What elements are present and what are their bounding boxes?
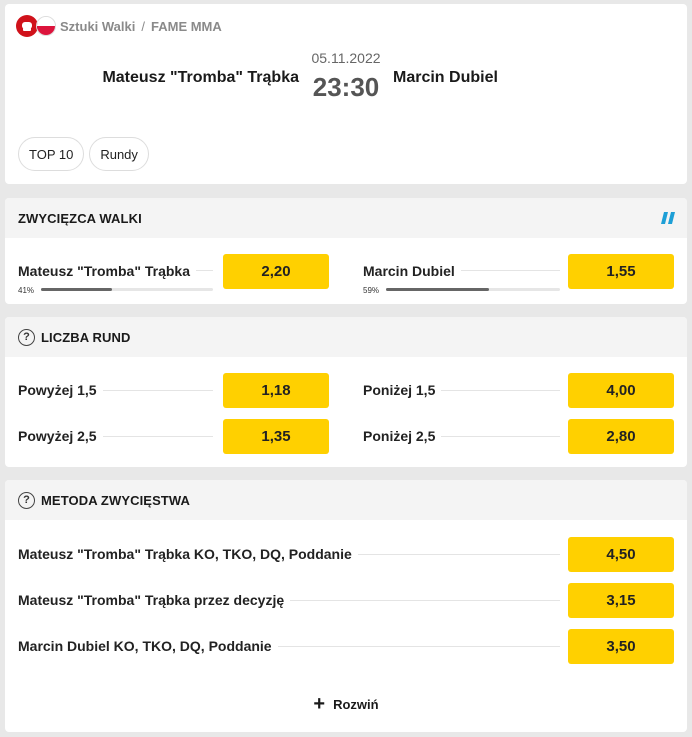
plus-icon: + [313, 693, 326, 715]
odd-button[interactable]: 1,35 [223, 419, 329, 454]
market-header[interactable]: ? METODA ZWYCIĘSTWA [5, 480, 687, 520]
selection-label: Mateusz "Tromba" Trąbka przez decyzję [18, 592, 291, 608]
popularity-bar [41, 288, 213, 291]
odd-button[interactable]: 1,18 [223, 373, 329, 408]
selection-label: Poniżej 2,5 [363, 428, 442, 444]
market-winner: ZWYCIĘZCA WALKI Mateusz "Tromba" Trąbka … [5, 198, 687, 304]
market-header[interactable]: ZWYCIĘZCA WALKI [5, 198, 687, 238]
expand-label: Rozwiń [333, 696, 379, 712]
market-filter-tabs: TOP 10 Rundy [18, 137, 149, 171]
popularity-bar-fill [41, 288, 112, 291]
odd-button[interactable]: 1,55 [568, 254, 674, 289]
help-icon[interactable]: ? [18, 491, 35, 509]
market-method: ? METODA ZWYCIĘSTWA Mateusz "Tromba" Trą… [5, 480, 687, 732]
expand-button[interactable]: + Rozwiń [5, 694, 687, 714]
odd-button[interactable]: 4,50 [568, 537, 674, 572]
odd-button[interactable]: 2,80 [568, 419, 674, 454]
odd-button[interactable]: 3,50 [568, 629, 674, 664]
statistics-icon[interactable] [661, 211, 675, 225]
help-icon[interactable]: ? [18, 328, 35, 346]
market-rounds: ? LICZBA RUND Powyżej 1,5 1,18 Poniżej 1… [5, 317, 687, 467]
selection-label: Marcin Dubiel KO, TKO, DQ, Poddanie [18, 638, 278, 654]
tab-rundy[interactable]: Rundy [89, 137, 149, 171]
market-title: LICZBA RUND [41, 329, 131, 345]
percent-label: 41% [18, 286, 35, 295]
odd-button[interactable]: 2,20 [223, 254, 329, 289]
poland-flag-icon [36, 16, 56, 36]
event-time: 23:30 [312, 72, 380, 102]
selection-label: Mateusz "Tromba" Trąbka KO, TKO, DQ, Pod… [18, 546, 358, 562]
event-date: 05.11.2022 [311, 50, 381, 66]
selection-label: Powyżej 1,5 [18, 382, 103, 398]
away-fighter-name: Marcin Dubiel [393, 69, 498, 86]
odd-button[interactable]: 4,00 [568, 373, 674, 408]
breadcrumb: Sztuki Walki / FAME MMA [16, 15, 222, 37]
selection-label: Powyżej 2,5 [18, 428, 103, 444]
event-header: Sztuki Walki / FAME MMA Mateusz "Tromba"… [5, 4, 687, 184]
market-title: METODA ZWYCIĘSTWA [41, 492, 191, 508]
breadcrumb-separator: / [141, 18, 145, 34]
martial-arts-icon [16, 15, 38, 37]
breadcrumb-sport[interactable]: Sztuki Walki [60, 19, 135, 34]
selection-label: Mateusz "Tromba" Trąbka [18, 263, 196, 279]
selection-label: Marcin Dubiel [363, 263, 461, 279]
popularity-bar-fill [386, 288, 489, 291]
selection-label: Poniżej 1,5 [363, 382, 442, 398]
breadcrumb-league[interactable]: FAME MMA [151, 19, 222, 34]
tab-top10[interactable]: TOP 10 [18, 137, 85, 171]
odd-button[interactable]: 3,15 [568, 583, 674, 618]
market-header[interactable]: ? LICZBA RUND [5, 317, 687, 357]
percent-label: 59% [363, 286, 380, 295]
popularity-bar [386, 288, 560, 291]
market-title: ZWYCIĘZCA WALKI [18, 210, 142, 226]
